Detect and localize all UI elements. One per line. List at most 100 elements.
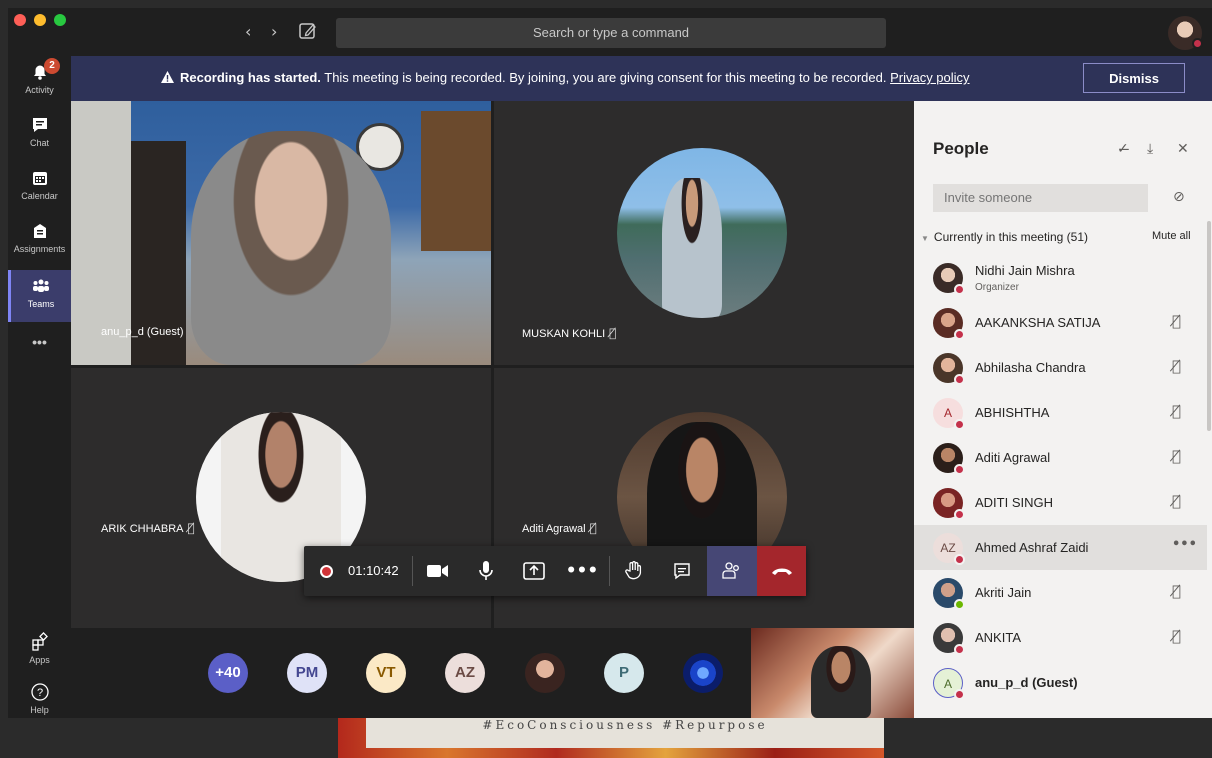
participant-row[interactable]: ANKITA 🎙̸ — [914, 615, 1207, 660]
raise-hand-button[interactable] — [610, 546, 658, 596]
video-tile-muskan[interactable]: MUSKAN KOHLI 🎙̸ — [494, 101, 914, 365]
search-input[interactable]: Search or type a command — [336, 18, 886, 48]
mic-off-icon[interactable]: 🎙̸ — [1172, 582, 1181, 600]
self-video-preview[interactable] — [751, 628, 914, 718]
share-screen-button[interactable] — [510, 546, 558, 596]
status-busy-icon — [954, 374, 965, 385]
show-conversation-button[interactable] — [658, 546, 706, 596]
activity-badge: 2 — [44, 58, 60, 74]
rail-item-teams[interactable]: Teams — [8, 270, 71, 322]
rail-item-label: Activity — [25, 85, 54, 95]
back-arrow-icon[interactable]: ‹ — [245, 22, 251, 41]
status-busy-icon — [954, 464, 965, 475]
video-feed-cabinet — [421, 111, 491, 251]
panel-scrollbar[interactable] — [1207, 221, 1211, 431]
assignments-icon — [33, 224, 46, 238]
chat-icon — [674, 563, 690, 580]
mute-all-button[interactable]: Mute all — [1152, 230, 1191, 242]
participant-row[interactable]: Akriti Jain 🎙̸ — [914, 570, 1207, 615]
status-busy-icon — [1192, 38, 1203, 49]
strip-avatar[interactable]: PM — [287, 653, 327, 693]
hang-up-button[interactable] — [757, 546, 806, 596]
participant-row[interactable]: Nidhi Jain Mishra Organizer — [914, 255, 1207, 300]
participant-avatar — [617, 148, 787, 318]
mic-off-icon[interactable]: 🎙̸ — [1172, 357, 1181, 375]
participant-name: Akriti Jain — [975, 585, 1032, 600]
strip-avatar[interactable]: VT — [366, 653, 406, 693]
chat-icon — [32, 118, 47, 132]
mic-off-icon: 🎙̸ — [589, 521, 597, 535]
rail-item-label: Help — [30, 705, 49, 715]
app-bar: 2 Activity Chat Calendar Assignments Tea… — [8, 56, 71, 718]
svg-text:?: ? — [36, 687, 42, 699]
strip-avatar-photo[interactable] — [683, 653, 723, 693]
rail-item-help[interactable]: ? Help — [8, 676, 71, 718]
privacy-policy-link[interactable]: Privacy policy — [890, 70, 969, 85]
meeting-controls: 01:10:42 ••• — [304, 546, 806, 596]
show-participants-button[interactable] — [707, 546, 757, 596]
rail-item-assignments[interactable]: Assignments — [8, 215, 71, 267]
minimize-window-button[interactable] — [34, 14, 46, 26]
dismiss-button[interactable]: Dismiss — [1083, 63, 1185, 93]
section-title: Currently in this meeting (51) — [933, 230, 1088, 244]
compose-icon[interactable] — [298, 21, 318, 41]
video-stage: anu_p_d (Guest) MUSKAN KOHLI 🎙̸ ARIK CHHA… — [71, 101, 914, 718]
banner-title: Recording has started. — [180, 70, 321, 85]
invite-someone-input[interactable] — [933, 184, 1148, 212]
mic-off-icon: 🎙̸ — [187, 521, 195, 535]
close-window-button[interactable] — [14, 14, 26, 26]
rail-item-apps[interactable]: Apps — [8, 626, 71, 678]
rail-item-label: Apps — [29, 655, 50, 665]
more-options-icon[interactable]: ••• — [1172, 537, 1197, 552]
participant-row[interactable]: Aditi Agrawal 🎙̸ — [914, 435, 1207, 480]
mic-off-icon[interactable]: 🎙̸ — [1172, 447, 1181, 465]
zoom-window-button[interactable] — [54, 14, 66, 26]
participant-name: ANKITA — [975, 630, 1021, 645]
forward-arrow-icon[interactable]: › — [271, 22, 277, 41]
status-busy-icon — [954, 284, 965, 295]
video-tile-anu[interactable]: anu_p_d (Guest) — [71, 101, 491, 365]
participant-row[interactable]: A ABHISHTHA 🎙̸ — [914, 390, 1207, 435]
mute-all-check-icon[interactable]: ✓̶ — [1117, 141, 1129, 157]
rail-more-button[interactable]: ••• — [8, 328, 71, 380]
camera-button[interactable] — [414, 546, 462, 596]
status-busy-icon — [954, 644, 965, 655]
rail-item-chat[interactable]: Chat — [8, 109, 71, 161]
participant-row[interactable]: Aanu_p_d (Guest) — [914, 660, 1207, 705]
banner-text: This meeting is being recorded. By joini… — [320, 70, 891, 85]
rail-item-label: Calendar — [21, 191, 58, 201]
strip-avatar[interactable]: +40 — [208, 653, 248, 693]
strip-avatar-photo[interactable] — [525, 653, 565, 693]
participant-row[interactable]: AAKANKSHA SATIJA 🎙̸ — [914, 300, 1207, 345]
participant-row[interactable]: Abhilasha Chandra 🎙̸ — [914, 345, 1207, 390]
mic-off-icon[interactable]: 🎙̸ — [1172, 492, 1181, 510]
more-actions-button[interactable]: ••• — [558, 546, 606, 596]
rail-item-label: Assignments — [13, 244, 66, 254]
participant-row[interactable]: ADITI SINGH 🎙̸ — [914, 480, 1207, 525]
banner-message: Recording has started. This meeting is b… — [161, 70, 970, 85]
participant-name: Aditi Agrawal — [522, 523, 586, 535]
strip-avatar[interactable]: P — [604, 653, 644, 693]
status-busy-icon — [954, 689, 965, 700]
participant-figure — [662, 178, 722, 318]
rail-item-label: Chat — [29, 138, 49, 148]
participant-role: Organizer — [975, 282, 1019, 293]
close-icon[interactable]: ✕ — [1177, 141, 1189, 157]
share-link-icon[interactable]: ⊘ — [1173, 189, 1185, 205]
mic-off-icon[interactable]: 🎙̸ — [1172, 312, 1181, 330]
participant-row[interactable]: AZ Ahmed Ashraf Zaidi ••• — [914, 525, 1207, 570]
download-icon[interactable]: ⤓ — [1147, 141, 1153, 157]
mic-off-icon[interactable]: 🎙̸ — [1172, 627, 1181, 645]
microphone-button[interactable] — [462, 546, 510, 596]
strip-avatar[interactable]: AZ — [445, 653, 485, 693]
more-icon: ••• — [565, 561, 599, 581]
rail-item-calendar[interactable]: Calendar — [8, 162, 71, 214]
title-bar: ‹ › Search or type a command — [8, 8, 1212, 56]
status-busy-icon — [954, 554, 965, 565]
divider — [412, 556, 413, 586]
rail-item-activity[interactable]: 2 Activity — [8, 56, 71, 108]
participant-name: Ahmed Ashraf Zaidi — [975, 540, 1089, 555]
meeting-section-header[interactable]: ▼ Currently in this meeting (51) — [921, 230, 1088, 244]
mic-off-icon[interactable]: 🎙̸ — [1172, 402, 1181, 420]
status-busy-icon — [954, 329, 965, 340]
